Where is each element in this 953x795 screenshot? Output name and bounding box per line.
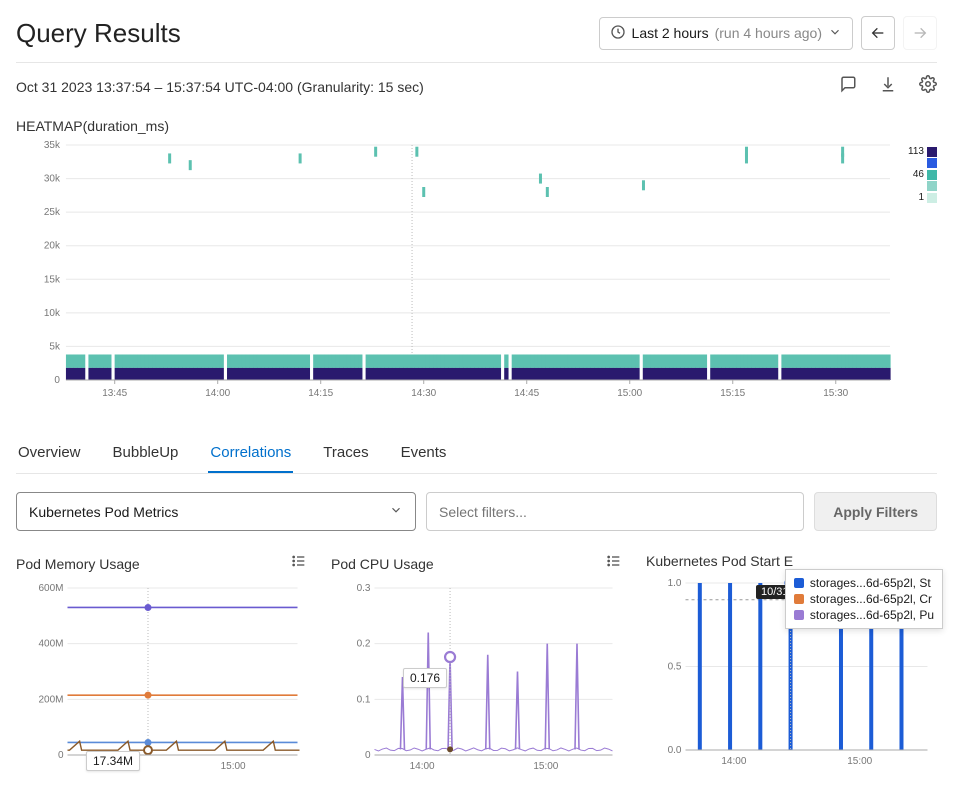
svg-text:14:30: 14:30 bbox=[411, 388, 436, 399]
tab-bar: Overview BubbleUp Correlations Traces Events bbox=[16, 434, 937, 474]
svg-text:25k: 25k bbox=[44, 207, 60, 218]
comment-icon[interactable] bbox=[839, 75, 857, 98]
mem-tooltip: 17.34M bbox=[86, 751, 140, 771]
time-range-sub: (run 4 hours ago) bbox=[715, 25, 822, 41]
granularity-text: (Granularity: 15 sec) bbox=[297, 79, 424, 95]
svg-text:14:00: 14:00 bbox=[205, 388, 230, 399]
tab-events[interactable]: Events bbox=[399, 434, 449, 473]
svg-text:14:45: 14:45 bbox=[514, 388, 539, 399]
svg-text:15:30: 15:30 bbox=[823, 388, 848, 399]
svg-text:35k: 35k bbox=[44, 140, 60, 151]
svg-text:30k: 30k bbox=[44, 174, 60, 185]
pod-cpu-chart[interactable]: Pod CPU Usage 0 0.1 0.2 0.3 14:00 15:00 0.176 bbox=[331, 553, 622, 777]
chevron-down-icon bbox=[828, 25, 842, 42]
svg-text:600M: 600M bbox=[38, 583, 63, 594]
chevron-down-icon bbox=[389, 503, 403, 520]
svg-text:1.0: 1.0 bbox=[668, 578, 682, 589]
svg-text:15:15: 15:15 bbox=[720, 388, 745, 399]
tab-overview[interactable]: Overview bbox=[16, 434, 83, 473]
metric-select[interactable]: Kubernetes Pod Metrics bbox=[16, 492, 416, 531]
heatmap-legend: 113461 bbox=[899, 140, 937, 410]
apply-filters-button[interactable]: Apply Filters bbox=[814, 492, 937, 531]
svg-text:400M: 400M bbox=[38, 639, 63, 650]
svg-text:15:00: 15:00 bbox=[533, 761, 558, 772]
svg-text:0: 0 bbox=[58, 750, 64, 761]
pod-events-chart[interactable]: Kubernetes Pod Start E 0.0 0.5 1.0 14:00 15:… bbox=[646, 553, 937, 777]
tab-correlations[interactable]: Correlations bbox=[208, 434, 293, 473]
download-icon[interactable] bbox=[879, 75, 897, 98]
event-legend-popover: storages...6d-65p2l, Ststorages...6d-65p… bbox=[785, 569, 943, 629]
svg-text:0.2: 0.2 bbox=[357, 639, 371, 650]
time-range-picker[interactable]: Last 2 hours (run 4 hours ago) bbox=[599, 17, 853, 50]
gear-icon[interactable] bbox=[919, 75, 937, 98]
filter-input[interactable] bbox=[426, 492, 804, 531]
pod-memory-chart[interactable]: Pod Memory Usage 0200M400M600M14:0015:00… bbox=[16, 553, 307, 777]
svg-text:13:45: 13:45 bbox=[102, 388, 127, 399]
svg-text:20k: 20k bbox=[44, 241, 60, 252]
svg-text:0: 0 bbox=[365, 750, 371, 761]
time-range-label: Last 2 hours bbox=[632, 25, 709, 41]
svg-text:14:15: 14:15 bbox=[308, 388, 333, 399]
svg-text:14:00: 14:00 bbox=[410, 761, 435, 772]
metric-select-value: Kubernetes Pod Metrics bbox=[29, 504, 178, 520]
svg-text:0.1: 0.1 bbox=[357, 694, 371, 705]
nav-forward-button bbox=[903, 16, 937, 50]
svg-text:15:00: 15:00 bbox=[617, 388, 642, 399]
time-range-text: Oct 31 2023 13:37:54 – 15:37:54 UTC-04:0… bbox=[16, 79, 424, 95]
svg-text:14:00: 14:00 bbox=[721, 756, 746, 767]
svg-text:0.3: 0.3 bbox=[357, 583, 371, 594]
nav-back-button[interactable] bbox=[861, 16, 895, 50]
cpu-tooltip: 0.176 bbox=[403, 668, 447, 688]
list-icon[interactable] bbox=[291, 553, 307, 574]
svg-text:15:00: 15:00 bbox=[847, 756, 872, 767]
svg-text:0: 0 bbox=[54, 375, 60, 386]
svg-text:15k: 15k bbox=[44, 274, 60, 285]
tab-bubbleup[interactable]: BubbleUp bbox=[111, 434, 181, 473]
pod-events-title: Kubernetes Pod Start E bbox=[646, 553, 793, 569]
clock-icon bbox=[610, 24, 626, 43]
page-title: Query Results bbox=[16, 18, 181, 49]
heatmap-chart[interactable]: 0 5k 10k 15k 20k 25k 30k 35k 13:45 14:00 14:15 14:3… bbox=[16, 140, 895, 410]
pod-cpu-title: Pod CPU Usage bbox=[331, 556, 434, 572]
time-range-value: Oct 31 2023 13:37:54 – 15:37:54 UTC-04:0… bbox=[16, 79, 293, 95]
tab-traces[interactable]: Traces bbox=[321, 434, 370, 473]
svg-text:10k: 10k bbox=[44, 308, 60, 319]
heatmap-title: HEATMAP(duration_ms) bbox=[16, 118, 937, 134]
list-icon[interactable] bbox=[606, 553, 622, 574]
svg-text:5k: 5k bbox=[49, 341, 60, 352]
pod-memory-title: Pod Memory Usage bbox=[16, 556, 140, 572]
svg-text:0.0: 0.0 bbox=[668, 745, 682, 756]
svg-text:0.5: 0.5 bbox=[668, 662, 682, 673]
svg-text:15:00: 15:00 bbox=[221, 761, 246, 772]
svg-text:200M: 200M bbox=[38, 694, 63, 705]
